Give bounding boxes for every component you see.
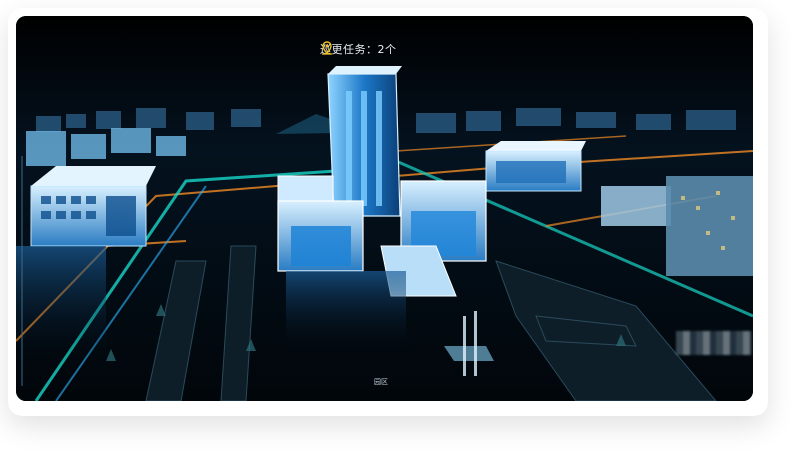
location-pin-icon xyxy=(322,41,332,55)
zone-label[interactable]: 园区 xyxy=(374,377,388,387)
blurred-watermark xyxy=(676,331,752,355)
patrol-task-banner: 巡更任务：2个 xyxy=(320,41,397,57)
central-tower xyxy=(327,66,402,217)
campus-scene xyxy=(16,16,753,401)
3d-campus-viewport[interactable]: 巡更任务：2个 园区 xyxy=(16,16,753,401)
